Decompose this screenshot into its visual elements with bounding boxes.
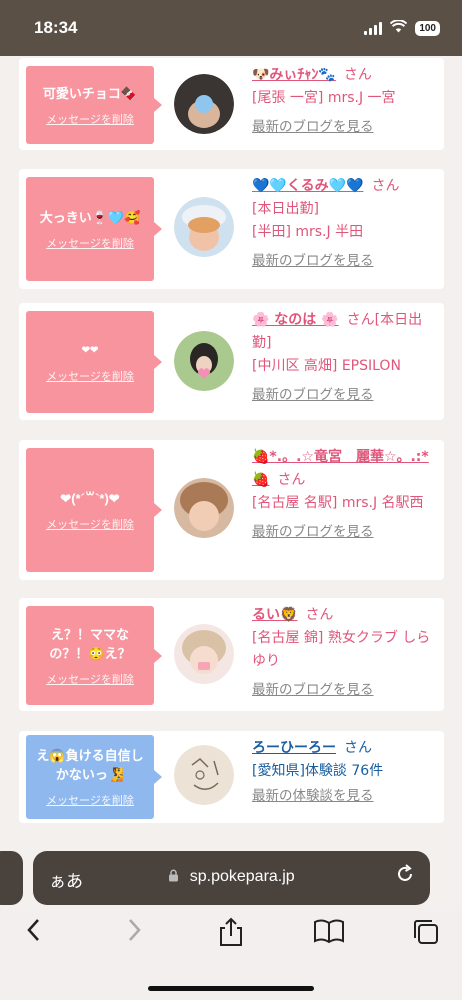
message-card: ❤❤ メッセージを削除 🌸 なのは 🌸 さん[本日出勤] [中川区 高畑] EPS…: [19, 303, 444, 420]
signal-icon: [364, 22, 383, 35]
delete-message-link[interactable]: メッセージを削除: [46, 671, 134, 687]
girl-info: 💙🩵くるみ🩵💙 さん [本日出勤] [半田] mrs.J 半田 最新のブログを見る: [252, 175, 434, 273]
delete-message-link[interactable]: メッセージを削除: [46, 111, 134, 127]
message-bubble: え？！ママなの？！😳え？ メッセージを削除: [26, 606, 162, 705]
status-bar: 18:34 100: [0, 0, 462, 56]
avatar[interactable]: [174, 478, 234, 538]
message-card: 可愛いチョコ🍫 メッセージを削除 🐶みぃﾁｬﾝ🐾 さん [尾張 一宮] mrs.J…: [19, 58, 444, 150]
message-text: 可愛いチョコ🍫: [42, 85, 138, 101]
shop-info: [中川区 高畑] EPSILON: [252, 358, 401, 374]
status-time: 18:34: [34, 18, 78, 37]
message-card: ❤(*´꒳`*)❤ メッセージを削除 🍓*.。.☆竜宮 麗華☆。.:*🍓 さん […: [19, 440, 444, 580]
message-bubble: ❤(*´꒳`*)❤ メッセージを削除: [26, 448, 162, 572]
user-info: ろーひーろー さん [愛知県]体験談 76件 最新の体験談を見る: [252, 737, 434, 808]
wifi-icon: [390, 19, 408, 37]
url-display[interactable]: sp.pokepara.jp: [33, 868, 430, 886]
shop-info: [半田] mrs.J 半田: [252, 224, 364, 240]
delete-message-link[interactable]: メッセージを削除: [46, 235, 134, 251]
message-text: え😱負ける自信しかないっ🧏: [36, 748, 144, 782]
latest-blog-link[interactable]: 最新のブログを見る: [252, 521, 434, 544]
shift-info: [本日出勤]: [252, 201, 319, 217]
reload-icon[interactable]: [394, 863, 416, 891]
review-info: [愛知県]体験談 76件: [252, 763, 384, 779]
delete-message-link[interactable]: メッセージを削除: [46, 368, 134, 384]
shop-info: [尾張 一宮] mrs.J 一宮: [252, 90, 396, 106]
message-list: 可愛いチョコ🍫 メッセージを削除 🐶みぃﾁｬﾝ🐾 さん [尾張 一宮] mrs.J…: [0, 56, 462, 846]
address-bar[interactable]: ぁあ sp.pokepara.jp: [33, 851, 430, 905]
message-text: 大っきい🍷🩵🥰: [39, 209, 141, 225]
battery-icon: 100: [415, 21, 440, 36]
book-icon[interactable]: [313, 917, 345, 952]
girl-info: 🐶みぃﾁｬﾝ🐾 さん [尾張 一宮] mrs.J 一宮 最新のブログを見る: [252, 64, 434, 139]
girl-name-link[interactable]: 💙🩵くるみ🩵💙: [252, 178, 363, 194]
message-text: え？！ママなの？！😳え？: [49, 626, 131, 661]
delete-message-link[interactable]: メッセージを削除: [46, 516, 134, 532]
message-text: ❤❤: [81, 344, 99, 356]
avatar[interactable]: [174, 74, 234, 134]
message-bubble: え😱負ける自信しかないっ🧏 メッセージを削除: [26, 735, 162, 819]
girl-info: 🌸 なのは 🌸 さん[本日出勤] [中川区 高畑] EPSILON 最新のブログを…: [252, 309, 434, 407]
avatar[interactable]: [174, 745, 234, 805]
latest-blog-link[interactable]: 最新のブログを見る: [252, 679, 434, 702]
forward-icon[interactable]: [124, 917, 144, 950]
avatar[interactable]: [174, 624, 234, 684]
latest-blog-link[interactable]: 最新のブログを見る: [252, 116, 434, 139]
message-card: え😱負ける自信しかないっ🧏 メッセージを削除 ろーひーろー さん [愛知県]体験談…: [19, 731, 444, 823]
avatar[interactable]: [174, 331, 234, 391]
latest-review-link[interactable]: 最新の体験談を見る: [252, 785, 434, 808]
message-bubble: 可愛いチョコ🍫 メッセージを削除: [26, 66, 162, 144]
back-icon[interactable]: [24, 917, 44, 950]
shop-info: [名古屋 名駅] mrs.J 名駅西: [252, 495, 424, 511]
lock-icon: [168, 868, 189, 885]
girl-info: 🍓*.。.☆竜宮 麗華☆。.:*🍓 さん [名古屋 名駅] mrs.J 名駅西 最…: [252, 446, 434, 544]
girl-name-link[interactable]: るい🦁: [252, 607, 297, 623]
girl-name-link[interactable]: 🌸 なのは 🌸: [252, 312, 339, 328]
latest-blog-link[interactable]: 最新のブログを見る: [252, 384, 434, 407]
message-card: え？！ママなの？！😳え？ メッセージを削除 るい🦁 さん [名古屋 錦] 熟女クラ…: [19, 598, 444, 711]
avatar[interactable]: [174, 197, 234, 257]
message-text: ❤(*´꒳`*)❤: [60, 490, 120, 506]
home-indicator: [148, 986, 314, 991]
message-bubble: ❤❤ メッセージを削除: [26, 311, 162, 413]
tabs-icon[interactable]: [411, 917, 441, 954]
previous-tab-peek[interactable]: [0, 851, 23, 905]
shop-info: [名古屋 錦] 熟女クラブ しらゆり: [252, 630, 431, 669]
user-name-link[interactable]: ろーひーろー: [252, 740, 336, 756]
message-bubble: 大っきい🍷🩵🥰 メッセージを削除: [26, 177, 162, 281]
latest-blog-link[interactable]: 最新のブログを見る: [252, 250, 434, 273]
delete-message-link[interactable]: メッセージを削除: [46, 792, 134, 808]
girl-info: るい🦁 さん [名古屋 錦] 熟女クラブ しらゆり 最新のブログを見る: [252, 604, 434, 702]
share-icon[interactable]: [217, 917, 245, 954]
message-card: 大っきい🍷🩵🥰 メッセージを削除 💙🩵くるみ🩵💙 さん [本日出勤] [半田] m…: [19, 169, 444, 289]
girl-name-link[interactable]: 🐶みぃﾁｬﾝ🐾: [252, 67, 336, 83]
url-text: sp.pokepara.jp: [189, 868, 295, 885]
